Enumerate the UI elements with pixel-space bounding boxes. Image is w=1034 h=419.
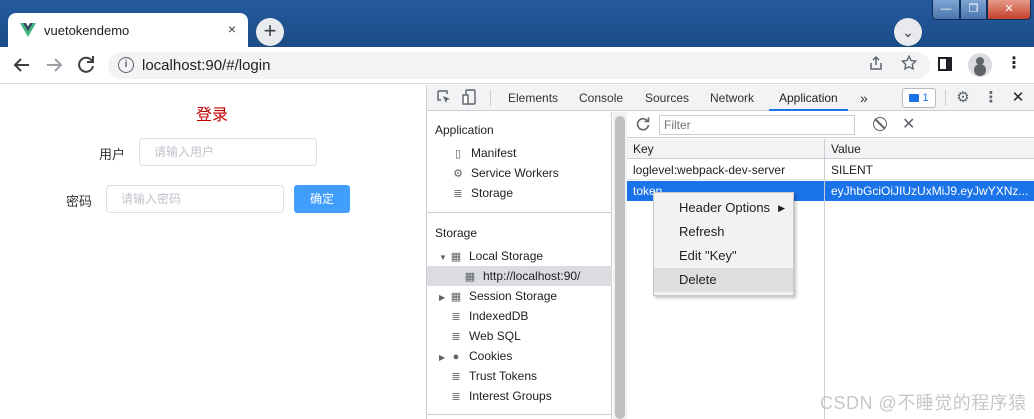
table-row-key[interactable]: loglevel:webpack-dev-server [627,160,824,180]
sidebar-item-trust-tokens[interactable]: ≣ Trust Tokens [449,366,537,386]
message-icon [909,94,920,103]
watermark: CSDN @不睡觉的程序猿 [820,393,1027,413]
expanded-triangle-icon[interactable]: ▼ [439,248,449,268]
bookmark-star-icon[interactable] [900,54,918,77]
sidebar-item-local-storage[interactable]: ▼ ▦ Local Storage [439,246,543,266]
tab-application[interactable]: Application [769,85,848,111]
document-icon: ▯ [454,148,462,160]
delete-selected-icon[interactable]: ✕ [902,114,915,134]
login-page: 登录 用户 请输入用户 密码 请输入密码 确定 [0,85,426,419]
username-input[interactable]: 请输入用户 [139,138,317,166]
reload-icon[interactable] [74,53,98,77]
device-toolbar-icon[interactable] [461,89,479,107]
application-sidebar: Application ▯ Manifest ⚙ Service Workers ≣… [427,112,612,419]
tab-search-button[interactable]: ⌄ [894,18,922,46]
tab-console[interactable]: Console [579,85,623,111]
more-options-icon[interactable]: ⋮ [982,89,1000,107]
filter-input[interactable]: Filter [659,115,855,135]
sidebar-item-manifest[interactable]: ▯ Manifest [451,143,516,163]
menu-item-edit-key[interactable]: Edit "Key" [654,244,793,268]
site-info-icon[interactable]: i [118,57,134,73]
menu-item-header-options[interactable]: Header Options ▶ [654,196,793,220]
address-url[interactable]: localhost:90/#/login [142,57,270,74]
browser-tab-strip: vuetokendemo × + ⌄ — ❐ ✕ [0,0,1034,47]
issues-count: 1 [922,92,929,104]
gear-icon: ⚙ [453,168,463,180]
address-bar[interactable]: i localhost:90/#/login [108,52,930,79]
clear-all-icon[interactable] [873,117,887,131]
grid-icon: ▦ [450,291,462,303]
browser-toolbar: i localhost:90/#/login ⋮ [0,47,1034,84]
context-menu: Header Options ▶ Refresh Edit "Key" Dele… [653,192,794,296]
database-icon: ≣ [451,371,461,383]
tab-title: vuetokendemo [44,23,130,38]
column-divider[interactable] [824,139,825,419]
database-icon: ≣ [451,311,461,323]
gear-icon[interactable]: ⚙ [954,89,972,107]
sidebar-divider [427,212,612,213]
sidebar-divider [427,414,612,415]
tab-elements[interactable]: Elements [508,85,558,111]
password-label: 密码 [66,194,93,209]
grid-icon: ▦ [450,251,462,263]
tab-network[interactable]: Network [710,85,754,111]
confirm-button[interactable]: 确定 [294,185,350,213]
column-header-value[interactable]: Value [825,139,1034,159]
close-devtools-icon[interactable]: ✕ [1009,89,1027,107]
back-arrow-icon[interactable] [10,53,34,77]
storage-heading: Storage [435,226,478,240]
more-tabs-icon[interactable]: » [860,85,868,111]
database-icon: ≣ [451,391,461,403]
sidebar-item-web-sql[interactable]: ≣ Web SQL [449,326,520,346]
vue-logo-icon [20,23,36,37]
page-title: 登录 [196,107,229,124]
table-row-value-selected[interactable]: eyJhbGciOiJIUzUxMiJ9.eyJwYXNz... [825,181,1034,201]
new-tab-button[interactable]: + [256,18,284,46]
sidebar-item-session-storage[interactable]: ▶ ▦ Session Storage [439,286,557,306]
tab-sources[interactable]: Sources [645,85,689,111]
tab-divider [945,90,946,106]
devtools-tab-bar: Elements Console Sources Network Applica… [427,85,1034,111]
browser-menu-icon[interactable]: ⋮ [1004,54,1024,74]
storage-toolbar: Filter ✕ [627,112,1034,138]
sidebar-item-interest-groups[interactable]: ≣ Interest Groups [449,386,551,406]
forward-arrow-icon[interactable] [42,53,66,77]
cookie-icon: ● [452,351,460,363]
column-header-key[interactable]: Key [627,139,824,159]
sidebar-item-storage[interactable]: ≣ Storage [451,183,513,203]
grid-icon: ▦ [464,271,476,283]
window-close-button[interactable]: ✕ [987,0,1031,20]
sidebar-item-cookies[interactable]: ▶ ● Cookies [439,346,512,366]
window-minimize-button[interactable]: — [932,0,960,20]
sidebar-item-localhost-origin[interactable]: ▦ http://localhost:90/ [427,266,612,286]
database-icon: ≣ [451,331,461,343]
inspect-element-icon[interactable] [435,89,453,107]
database-icon: ≣ [453,188,463,200]
application-heading: Application [435,123,494,137]
share-icon[interactable] [868,55,884,75]
menu-item-delete[interactable]: Delete [654,268,793,292]
sidebar-item-service-workers[interactable]: ⚙ Service Workers [451,163,559,183]
sidebar-scrollbar[interactable] [613,112,627,419]
menu-item-refresh[interactable]: Refresh [654,220,793,244]
password-input[interactable]: 请输入密码 [106,185,284,213]
tab-divider [490,90,491,106]
sidebar-item-indexeddb[interactable]: ≣ IndexedDB [449,306,528,326]
username-label: 用户 [99,147,126,162]
side-panel-icon[interactable] [938,57,952,71]
refresh-icon[interactable] [635,116,651,136]
browser-tab[interactable]: vuetokendemo × [8,13,248,47]
submenu-arrow-icon: ▶ [778,203,785,213]
collapsed-triangle-icon[interactable]: ▶ [439,348,449,368]
collapsed-triangle-icon[interactable]: ▶ [439,288,449,308]
close-icon[interactable]: × [224,21,240,37]
profile-avatar[interactable] [968,53,992,77]
window-maximize-button[interactable]: ❐ [960,0,987,20]
issues-badge[interactable]: 1 [902,88,936,108]
table-row-value[interactable]: SILENT [825,160,1034,180]
scrollbar-thumb[interactable] [615,116,625,419]
